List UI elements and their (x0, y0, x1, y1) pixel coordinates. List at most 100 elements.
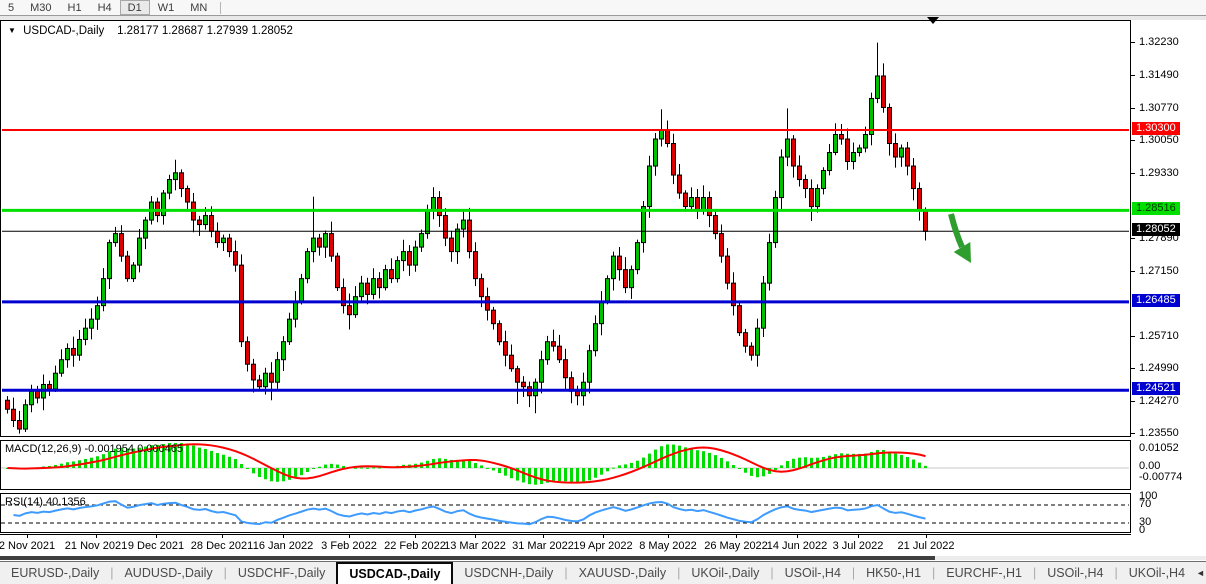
candle-bull (654, 139, 658, 166)
macd-histogram-bar (744, 468, 747, 473)
candle-bull (816, 189, 820, 207)
candle-bear (564, 360, 568, 378)
tab-usdcaddaily-3[interactable]: USDCAD-,Daily (336, 562, 453, 584)
candle-bear (198, 220, 202, 225)
candle-bear (906, 148, 910, 166)
date-tick-mark (349, 535, 350, 538)
tab-eurchfh1-9[interactable]: EURCHF-,H1 (935, 562, 1033, 584)
candle-bear (498, 324, 502, 342)
timeframe-button-D1[interactable]: D1 (120, 0, 150, 15)
macd-histogram-bar (210, 451, 213, 468)
date-label: 2 Nov 2021 (0, 540, 55, 552)
candle-bear (912, 166, 916, 189)
macd-histogram-bar (552, 468, 555, 482)
tab-ukoilh4-11[interactable]: UKOil-,H4 (1118, 562, 1196, 584)
price-tick-label: 1.31490 (1139, 69, 1179, 81)
date-label: 8 May 2022 (639, 540, 696, 552)
timeframe-button-5[interactable]: 5 (0, 0, 22, 15)
candle-bear (924, 211, 928, 231)
candle-bull (546, 342, 550, 360)
macd-histogram-bar (780, 465, 783, 468)
tab-usoilh4-7[interactable]: USOil-,H4 (774, 562, 852, 584)
candle-bear (318, 238, 322, 247)
tab-xauusddaily-5[interactable]: XAUUSD-,Daily (568, 562, 678, 584)
candle-bear (726, 256, 730, 283)
candle-bull (822, 171, 826, 189)
candle-bear (894, 144, 898, 158)
macd-histogram-bar (654, 450, 657, 468)
candle-bull (114, 234, 118, 243)
timeframe-button-H4[interactable]: H4 (90, 0, 120, 15)
timeframe-button-MN[interactable]: MN (182, 0, 215, 15)
candle-bear (720, 234, 724, 257)
date-axis: 2 Nov 202121 Nov 20219 Dec 202128 Dec 20… (0, 534, 1131, 555)
timeframe-button-M30[interactable]: M30 (22, 0, 59, 15)
date-tick-mark (668, 535, 669, 538)
tab-audusddaily-1[interactable]: AUDUSD-,Daily (113, 562, 223, 584)
date-tick-mark (603, 535, 604, 538)
candle-bear (378, 279, 382, 288)
macd-histogram-bar (264, 468, 267, 479)
candle-bull (138, 238, 142, 265)
candle-bear (558, 346, 562, 360)
timeframe-button-W1[interactable]: W1 (150, 0, 183, 15)
candle-bull (78, 339, 82, 355)
tab-usoilh4-10[interactable]: USOil-,H4 (1036, 562, 1114, 584)
candle-bear (6, 400, 10, 409)
tab-ukoildaily-6[interactable]: UKOil-,Daily (680, 562, 770, 584)
tab-scroll-left-icon[interactable]: ◄ (1196, 568, 1205, 578)
macd-histogram-bar (186, 444, 189, 468)
candle-bull (204, 216, 208, 225)
candle-bear (36, 391, 40, 398)
candle-bull (420, 234, 424, 248)
candle-bull (384, 270, 388, 288)
candle-bear (684, 193, 688, 207)
chart-symbol: USDCAD-,Daily (23, 25, 104, 37)
candle-bear (624, 270, 628, 288)
candle-bull (588, 351, 592, 383)
candle-bull (276, 360, 280, 383)
candle-bull (612, 256, 616, 279)
candle-bear (180, 173, 184, 189)
macd-histogram-bar (798, 458, 801, 468)
macd-label: MACD(12,26,9) -0.001954 0.000465 (5, 443, 183, 455)
macd-histogram-bar (894, 454, 897, 468)
macd-histogram-bar (558, 468, 561, 481)
candle-bear (468, 220, 472, 252)
candle-bull (786, 139, 790, 157)
candle-bull (360, 283, 364, 297)
tab-usdcnhdaily-4[interactable]: USDCNH-,Daily (453, 562, 564, 584)
timeframe-button-H1[interactable]: H1 (60, 0, 90, 15)
macd-signal-value: 0.000465 (137, 443, 183, 455)
candle-bull (162, 193, 166, 216)
macd-histogram-bar (564, 468, 567, 481)
macd-histogram-bar (672, 445, 675, 468)
date-tick-mark (797, 535, 798, 538)
symbol-dropdown-icon[interactable]: ▼ (8, 26, 16, 35)
horizontal-scrollbar[interactable] (0, 556, 1206, 560)
macd-histogram-bar (750, 468, 753, 476)
candle-bear (72, 348, 76, 355)
tab-usdchfdaily-2[interactable]: USDCHF-,Daily (227, 562, 337, 584)
macd-histogram-bar (900, 455, 903, 468)
time-marker-icon (927, 17, 939, 24)
candle-bull (372, 279, 376, 295)
tab-hk50h1-8[interactable]: HK50-,H1 (855, 562, 932, 584)
scrollbar-thumb[interactable] (0, 556, 935, 560)
candle-bear (252, 364, 256, 380)
chart-ohlc-values: 1.28177 1.28687 1.27939 1.28052 (117, 25, 293, 37)
candle-bull (54, 373, 58, 389)
date-tick-mark (27, 535, 28, 538)
candle-bear (744, 333, 748, 347)
rsi-value: 40.1356 (46, 496, 86, 508)
macd-histogram-bar (372, 467, 375, 468)
candle-bull (402, 252, 406, 261)
macd-histogram-bar (204, 449, 207, 468)
candle-bear (330, 234, 334, 257)
candle-bear (210, 216, 214, 232)
date-tick-mark (283, 535, 284, 538)
candle-bull (762, 283, 766, 328)
price-tick-label: 1.32230 (1139, 36, 1179, 48)
tab-eurusddaily-0[interactable]: EURUSD-,Daily (0, 562, 110, 584)
date-label: 21 Nov 2021 (65, 540, 127, 552)
